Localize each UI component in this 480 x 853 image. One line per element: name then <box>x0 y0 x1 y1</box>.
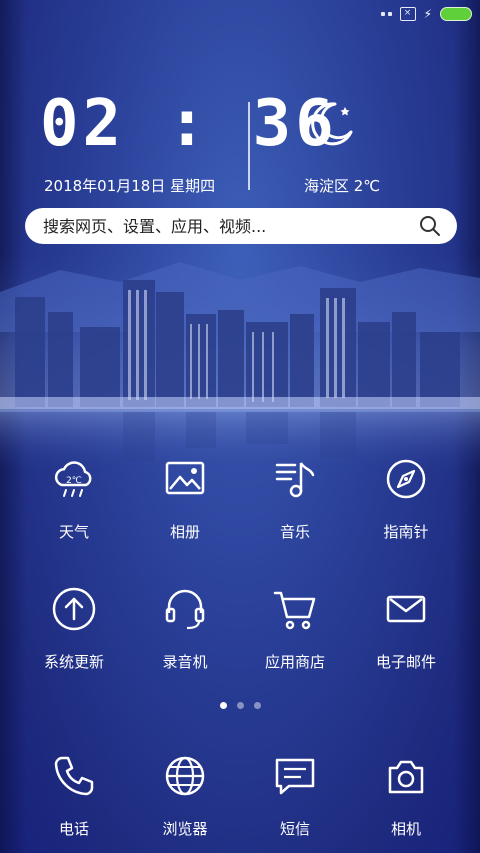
headset-icon <box>165 589 205 630</box>
dock-camera[interactable]: 相机 <box>351 752 461 839</box>
app-label: 录音机 <box>162 653 208 671</box>
app-label: 电子邮件 <box>375 653 436 671</box>
mail-icon <box>386 595 426 623</box>
app-label: 天气 <box>58 523 89 541</box>
app-label: 相机 <box>390 820 421 838</box>
dock-browser[interactable]: 浏览器 <box>130 752 240 839</box>
page-dot-2[interactable] <box>236 702 244 709</box>
app-gallery[interactable]: 相册 <box>130 455 240 542</box>
moon-star-icon[interactable] <box>305 98 355 148</box>
app-label: 系统更新 <box>43 653 104 671</box>
app-label: 电话 <box>58 820 89 838</box>
no-sim-icon: × <box>399 7 416 21</box>
app-recorder[interactable]: 录音机 <box>130 585 240 672</box>
app-label: 短信 <box>279 820 310 838</box>
page-indicator[interactable] <box>0 702 480 709</box>
search-bar[interactable] <box>25 208 457 244</box>
search-icon[interactable] <box>419 215 441 237</box>
message-icon <box>275 758 315 795</box>
page-dot-1[interactable] <box>219 702 227 709</box>
app-label: 应用商店 <box>264 653 325 671</box>
music-list-icon <box>275 462 315 498</box>
arrow-up-circle-icon <box>52 587 96 631</box>
compass-icon <box>386 459 426 499</box>
app-store[interactable]: 应用商店 <box>240 585 350 672</box>
app-email[interactable]: 电子邮件 <box>351 585 461 672</box>
app-weather[interactable]: 2℃ 天气 <box>19 455 129 542</box>
page-dot-3[interactable] <box>253 702 261 709</box>
app-label: 相册 <box>169 523 200 541</box>
camera-icon <box>388 760 424 794</box>
dock-messages[interactable]: 短信 <box>240 752 350 839</box>
dock-phone[interactable]: 电话 <box>19 752 129 839</box>
app-label: 音乐 <box>279 523 310 541</box>
app-music[interactable]: 音乐 <box>240 455 350 542</box>
charging-icon: ⚡ <box>423 7 432 21</box>
globe-icon <box>165 756 205 796</box>
search-input[interactable] <box>41 215 405 237</box>
signal-icon <box>380 12 392 16</box>
cloud-rain-icon: 2℃ <box>54 461 92 497</box>
app-system-update[interactable]: 系统更新 <box>19 585 129 672</box>
cart-icon <box>273 591 316 630</box>
app-label: 浏览器 <box>162 820 208 838</box>
clock-date: 2018年01月18日 星期四 <box>44 177 216 195</box>
status-bar: × ⚡ <box>380 4 472 24</box>
battery-icon <box>440 7 472 21</box>
city-skyline-wallpaper <box>0 252 480 472</box>
weather-icon-temp: 2℃ <box>66 476 82 486</box>
phone-icon <box>54 756 94 796</box>
app-compass[interactable]: 指南针 <box>351 455 461 542</box>
app-label: 指南针 <box>383 523 429 541</box>
widget-divider <box>248 102 250 190</box>
weather-location-temp[interactable]: 海淀区 2℃ <box>304 175 380 196</box>
image-icon <box>165 461 205 495</box>
clock-time[interactable]: 02 : 36 <box>40 92 338 156</box>
